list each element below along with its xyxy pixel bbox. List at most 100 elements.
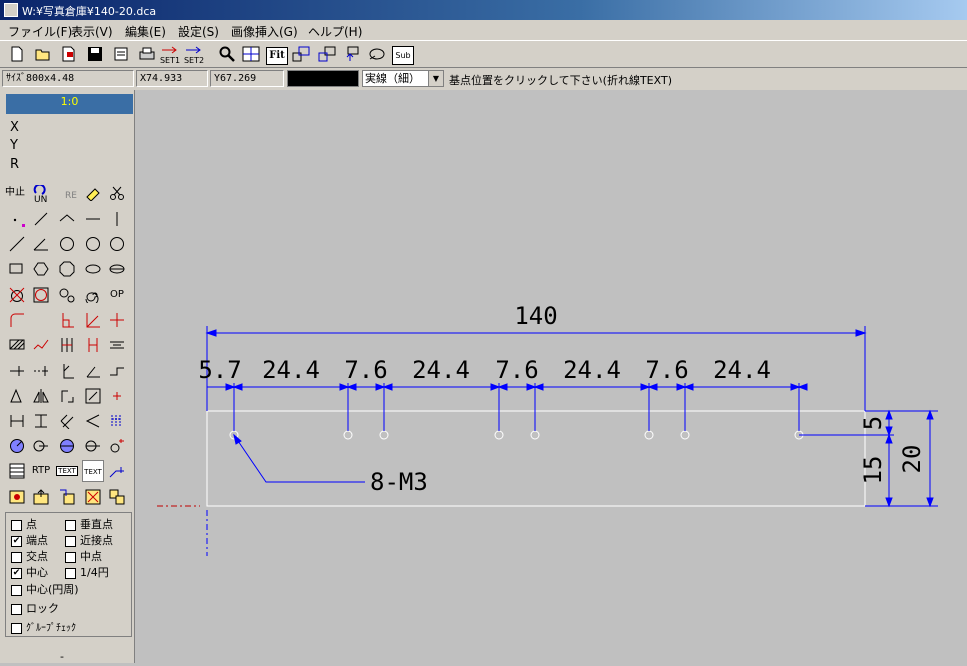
scale-icon[interactable] (82, 385, 104, 407)
image-delete-icon[interactable] (82, 486, 104, 508)
radius-dimension-icon[interactable] (6, 435, 28, 457)
hatch-icon[interactable] (6, 334, 28, 356)
import-file-icon[interactable] (60, 46, 78, 64)
zoom-window-icon[interactable] (242, 46, 260, 64)
menu-view[interactable]: 表示(V) (71, 23, 113, 40)
snap-nearest-checkbox[interactable] (65, 535, 76, 547)
zoom-icon[interactable] (218, 46, 236, 64)
table-icon[interactable] (6, 460, 28, 482)
vertical-dimension-icon[interactable] (30, 410, 52, 432)
hole[interactable] (530, 430, 540, 440)
fit-button[interactable]: Fit (266, 47, 288, 65)
dim-spacing-5[interactable]: 7.6 (495, 356, 538, 384)
leader-note[interactable]: 8-M3 (370, 468, 428, 496)
dim-edge-to-hole[interactable]: 5 (859, 416, 887, 430)
menu-file[interactable]: ファイル(F) (8, 23, 72, 40)
snap-nearest[interactable]: 近接点 (65, 532, 113, 548)
scale-indicator[interactable]: 1:0 (6, 94, 133, 114)
snap-cross-icon[interactable] (106, 385, 128, 407)
angle-line-icon[interactable] (30, 233, 52, 255)
mirror-icon[interactable] (30, 385, 52, 407)
horizontal-dimension-icon[interactable] (6, 410, 28, 432)
snap-group-check[interactable]: ｸﾞﾙｰﾌﾟﾁｪｯｸ (11, 619, 76, 634)
redraw-icon[interactable] (368, 46, 386, 64)
cancel-button[interactable]: 中止 (4, 182, 26, 204)
wave-line-icon[interactable] (30, 334, 52, 356)
angle-dimension-icon[interactable] (82, 410, 104, 432)
snap-quadrant[interactable]: 1/4円 (65, 564, 109, 580)
radius-leader-icon[interactable] (30, 435, 52, 457)
snap-perpendicular-checkbox[interactable] (65, 519, 76, 531)
dim-spacing-1[interactable]: 5.7 (198, 356, 241, 384)
save-icon[interactable] (86, 46, 104, 64)
dim-spacing-7[interactable]: 7.6 (645, 356, 688, 384)
tangent-circle-icon[interactable] (6, 284, 28, 306)
snap-endpoint-checkbox[interactable]: ✔ (11, 535, 22, 547)
dim-overall[interactable]: 140 (514, 302, 557, 330)
hole[interactable] (343, 430, 353, 440)
new-file-icon[interactable] (8, 46, 26, 64)
snap-perpendicular[interactable]: 垂直点 (65, 516, 113, 532)
cross-line-icon[interactable] (106, 309, 128, 331)
menu-edit[interactable]: 編集(E) (125, 23, 166, 40)
diameter-leader-icon[interactable] (82, 435, 104, 457)
app-icon[interactable] (4, 3, 18, 17)
snap-point[interactable]: 点 (11, 516, 37, 532)
zoom-out-icon[interactable] (318, 46, 336, 64)
hole[interactable] (644, 430, 654, 440)
double-circle-icon[interactable] (56, 284, 78, 306)
break-corner-icon[interactable] (56, 360, 78, 382)
trim-icon[interactable] (6, 360, 28, 382)
dim-spacing-3[interactable]: 7.6 (344, 356, 387, 384)
spiral-icon[interactable] (82, 284, 104, 306)
snap-center-checkbox[interactable]: ✔ (11, 567, 22, 579)
eraser-icon[interactable] (82, 182, 104, 204)
hole[interactable] (494, 430, 504, 440)
text-tool-button[interactable]: TEXT (56, 460, 78, 482)
fillet-icon[interactable] (6, 309, 28, 331)
open-file-icon[interactable] (34, 46, 52, 64)
scissors-icon[interactable] (106, 182, 128, 204)
hole[interactable] (680, 430, 690, 440)
series-dimension-icon[interactable] (106, 410, 128, 432)
snap-endpoint[interactable]: ✔ 端点 (11, 532, 48, 548)
zoom-in-icon[interactable] (292, 46, 310, 64)
leader-text-button[interactable]: TEXT (82, 460, 104, 482)
hole[interactable] (379, 430, 389, 440)
snap-lock-checkbox[interactable] (11, 603, 22, 615)
menu-settings[interactable]: 設定(S) (178, 23, 219, 40)
image-export-icon[interactable] (30, 486, 52, 508)
chamfer-line-icon[interactable] (56, 208, 78, 230)
hole-dimension-icon[interactable] (106, 435, 128, 457)
snap-intersection-checkbox[interactable] (11, 551, 22, 563)
octagon-tool-icon[interactable] (56, 258, 78, 280)
inscribed-circle-icon[interactable] (30, 284, 52, 306)
horizontal-line-icon[interactable] (82, 208, 104, 230)
corner-fillet-icon[interactable] (56, 309, 78, 331)
extend-icon[interactable] (30, 360, 52, 382)
offset-line-icon[interactable] (56, 334, 78, 356)
line-color-swatch[interactable] (287, 70, 359, 87)
snap-intersection[interactable]: 交点 (11, 548, 48, 564)
redo-button[interactable]: RE (60, 185, 82, 207)
pan-icon[interactable] (344, 46, 362, 64)
dim-spacing-2[interactable]: 24.4 (262, 356, 320, 384)
snap-point-checkbox[interactable] (11, 519, 22, 531)
leader-arrow-icon[interactable] (106, 460, 128, 482)
rotate-icon[interactable] (56, 385, 78, 407)
menu-help[interactable]: ヘルプ(H) (308, 23, 362, 40)
ellipse-axis-icon[interactable] (106, 258, 128, 280)
snap-center-circumference[interactable]: 中心(円周) (11, 581, 79, 597)
snap-lock[interactable]: ロック (11, 600, 59, 616)
ellipse-tool-icon[interactable] (82, 258, 104, 280)
chevron-down-icon[interactable]: ▼ (428, 71, 443, 86)
vertical-line-icon[interactable] (106, 208, 128, 230)
move-icon[interactable] (6, 385, 28, 407)
drawing-canvas[interactable]: 140 5.7 24.4 7.6 24.4 7.6 24.4 7.6 24.4 … (136, 90, 967, 663)
rectangle-tool-icon[interactable] (6, 258, 28, 280)
image-crop-icon[interactable] (56, 486, 78, 508)
angle-corner-icon[interactable] (82, 360, 104, 382)
corner-chamfer-icon[interactable] (82, 309, 104, 331)
dim-hole-to-bottom[interactable]: 15 (859, 456, 887, 485)
snap-center-circumference-checkbox[interactable] (11, 584, 22, 596)
